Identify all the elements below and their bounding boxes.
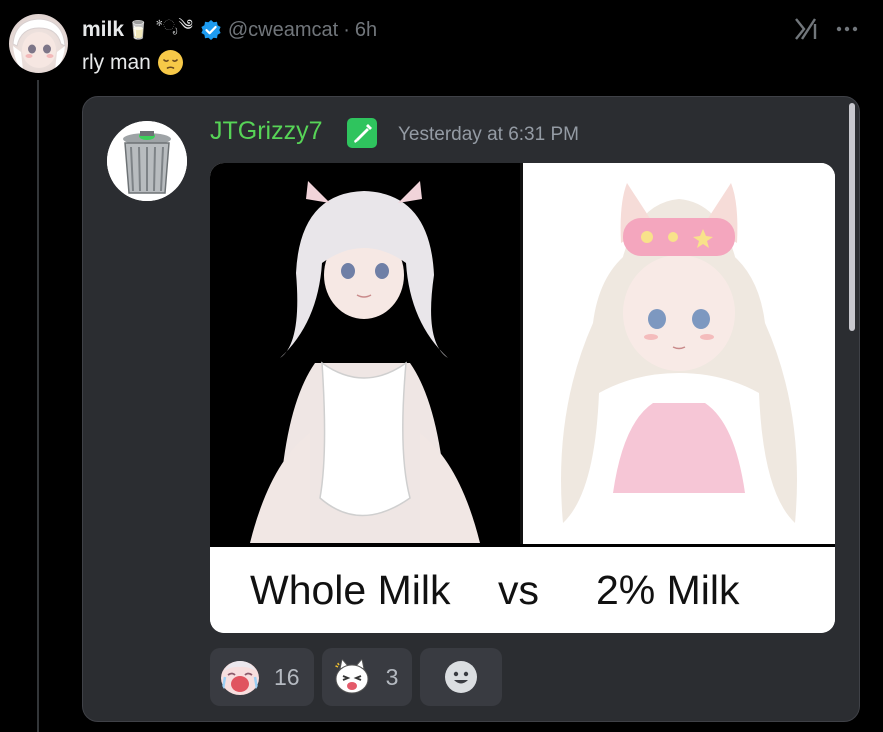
meme-image[interactable]: Whole Milk vs 2% Milk (210, 163, 835, 633)
meme-caption: Whole Milk vs 2% Milk (210, 547, 835, 633)
caption-2-percent-milk: 2% Milk (596, 567, 740, 613)
reaction-count: 16 (274, 663, 300, 690)
tweet-header: milk 🥛 *ೃ༄ @cweamcat · 6h (82, 16, 377, 44)
add-reaction-icon (445, 661, 478, 693)
thread-line (37, 80, 39, 732)
separator-dot: · (343, 18, 350, 41)
caption-vs: vs (498, 567, 539, 613)
reactions-bar: 16 3 (210, 648, 503, 706)
meme-right-panel (523, 163, 835, 544)
display-name[interactable]: milk (82, 18, 124, 42)
pensive-face-icon (157, 50, 183, 75)
name-decoration: *ೃ༄ (155, 17, 194, 34)
timestamp[interactable]: 6h (355, 19, 377, 42)
crying-laugh-emoji-icon (221, 661, 259, 695)
reaction-cat-laugh[interactable]: 3 (321, 648, 413, 706)
verified-badge-icon (201, 20, 221, 40)
grok-icon[interactable] (793, 16, 819, 42)
caption-whole-milk: Whole Milk (250, 567, 451, 613)
scrollbar (849, 103, 855, 331)
more-options-icon[interactable] (834, 18, 860, 40)
discord-screenshot-card[interactable]: JTGrizzy7 Yesterday at 6:31 PM Whole Mil… (82, 96, 860, 722)
add-reaction-button[interactable] (420, 648, 503, 706)
milk-emoji: 🥛 (127, 19, 150, 40)
handle[interactable]: @cweamcat (228, 19, 338, 42)
tweet-text: rly man (82, 50, 183, 75)
role-badge-icon (347, 118, 377, 148)
avatar[interactable] (9, 14, 68, 73)
cat-laugh-emoji-icon (333, 657, 369, 694)
discord-username: JTGrizzy7 (210, 117, 323, 145)
meme-left-panel (210, 163, 520, 544)
discord-timestamp: Yesterday at 6:31 PM (398, 124, 579, 145)
trash-can-avatar (107, 121, 187, 201)
reaction-count: 3 (385, 663, 399, 690)
tweet: milk 🥛 *ೃ༄ @cweamcat · 6h rly man JTGriz… (0, 0, 883, 732)
reaction-crying-laugh[interactable]: 16 (210, 648, 314, 706)
tweet-text-content: rly man (82, 50, 151, 74)
